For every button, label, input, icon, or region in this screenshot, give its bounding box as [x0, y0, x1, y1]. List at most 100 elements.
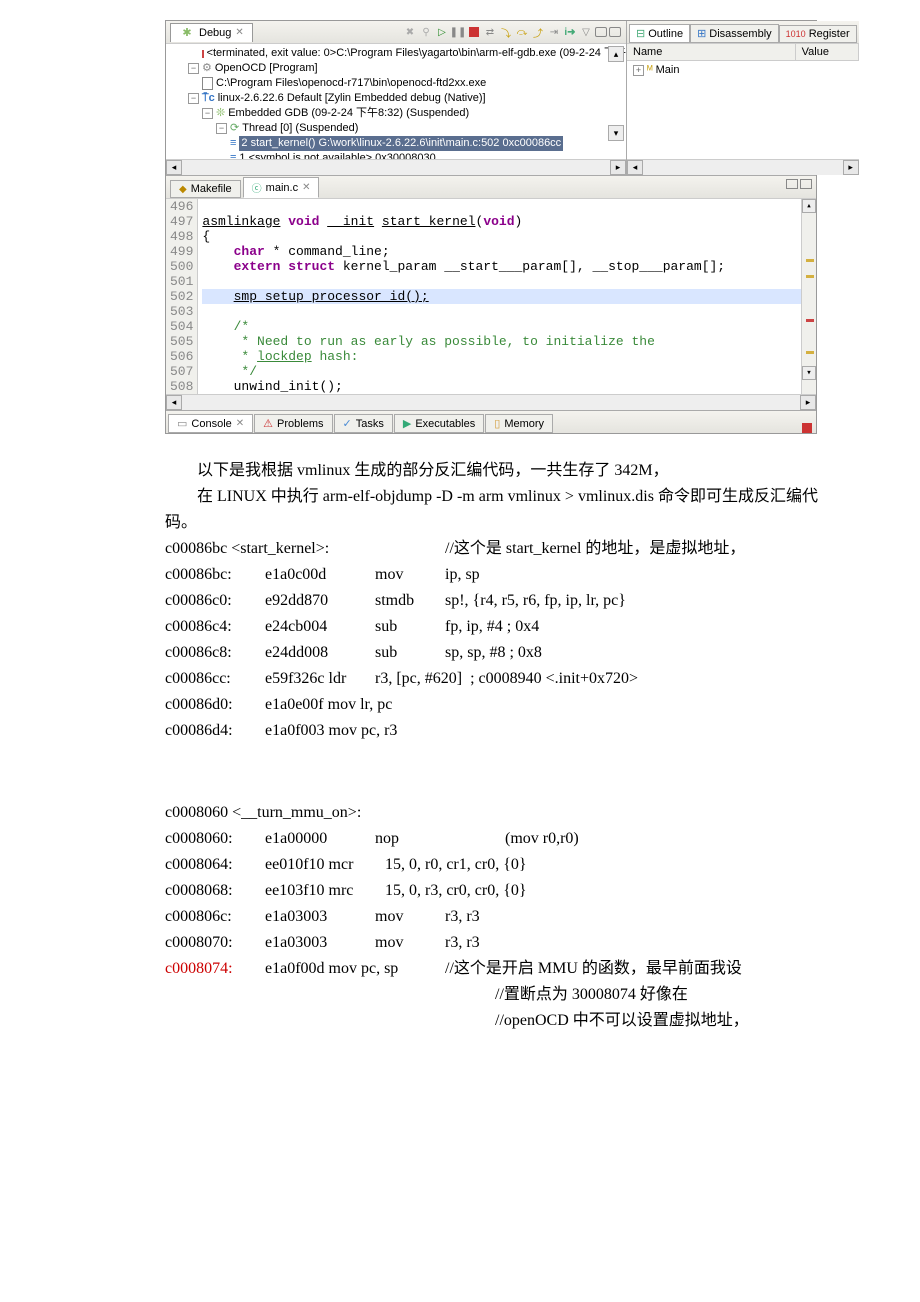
step-over-icon[interactable]: ⤼: [515, 25, 529, 39]
tree-row[interactable]: <terminated, exit value: 0>C:\Program Fi…: [174, 46, 626, 61]
outline-label: Main: [656, 63, 680, 78]
collapse-icon[interactable]: −: [216, 123, 227, 134]
resume-icon[interactable]: ▷: [435, 25, 449, 39]
scroll-right-icon[interactable]: ▸: [800, 395, 816, 410]
asm-hex: e1a0c00d: [265, 562, 375, 588]
bug-icon: ✱: [180, 26, 194, 40]
asm-operands: r3, [pc, #620] ; c0008940 <.init+0x720>: [375, 666, 890, 692]
ruler-mark[interactable]: [806, 351, 814, 354]
ruler-mark[interactable]: [806, 259, 814, 262]
scroll-down-icon[interactable]: ▾: [608, 125, 624, 141]
asm-operands: sp, sp, #8 ; 0x8: [445, 640, 890, 666]
tree-row[interactable]: −⚙OpenOCD [Program]: [174, 61, 626, 76]
outline-tab[interactable]: ⊟Outline: [629, 24, 690, 43]
close-icon[interactable]: ✕: [302, 182, 310, 193]
column-header-name[interactable]: Name: [627, 44, 796, 60]
overview-ruler[interactable]: ▴ ▾: [801, 199, 816, 394]
registers-tab[interactable]: 1010Register: [779, 25, 857, 43]
scroll-left-icon[interactable]: ◂: [166, 395, 182, 410]
collapse-icon[interactable]: −: [188, 63, 199, 74]
connect-icon[interactable]: ⚲: [419, 25, 433, 39]
outline-pane: ⊟Outline ⊞Disassembly 1010Register Name …: [627, 21, 859, 175]
code-text[interactable]: asmlinkage void __init start_kernel(void…: [198, 199, 801, 394]
minimize-icon[interactable]: [786, 179, 798, 189]
collapse-icon[interactable]: −: [202, 108, 213, 119]
executables-tab[interactable]: ▶Executables: [394, 414, 484, 433]
asm-addr: c00086cc:: [165, 666, 265, 692]
asm-operands: r3, r3: [445, 904, 890, 930]
tree-label: Thread [0] (Suspended): [242, 121, 358, 136]
scroll-up-icon[interactable]: ▴: [802, 199, 816, 213]
scroll-right-icon[interactable]: ▸: [843, 160, 859, 175]
outline-table-header: Name Value: [627, 44, 859, 61]
debug-tab-label: Debug: [199, 27, 231, 39]
tree-label: linux-2.6.22.6 Default [Zylin Embedded d…: [218, 91, 486, 106]
asm-instr: e1a0f00d mov pc, sp: [265, 956, 445, 982]
scroll-left-icon[interactable]: ◂: [166, 160, 182, 175]
debug-view-tab[interactable]: ✱ Debug ✕: [170, 23, 253, 42]
editor-body[interactable]: 496 497 498 499 500 501 502 503 504 505 …: [166, 199, 816, 394]
outline-row[interactable]: +ᴹMain: [633, 63, 853, 78]
asm-addr: c000806c:: [165, 904, 265, 930]
tree-row[interactable]: −❊Embedded GDB (09-2-24 下午8:32) (Suspend…: [174, 106, 626, 121]
asm-instr: e1a0f003 mov pc, r3: [265, 718, 397, 744]
outline-toolbar: ⊟Outline ⊞Disassembly 1010Register: [627, 21, 859, 44]
column-header-value[interactable]: Value: [796, 44, 859, 60]
terminate-icon[interactable]: [802, 423, 812, 433]
tree-row[interactable]: C:\Program Files\openocd-r717\bin\openoc…: [174, 76, 626, 91]
close-icon[interactable]: ✕: [236, 418, 244, 429]
disassembly-tab[interactable]: ⊞Disassembly: [690, 24, 779, 43]
problems-tab[interactable]: ⚠Problems: [254, 414, 332, 433]
asm-hex: ee103f10 mrc: [265, 878, 385, 904]
asm-addr-highlighted: c0008074:: [165, 956, 265, 982]
console-tab[interactable]: ▭Console ✕: [168, 414, 253, 433]
asm-hex: e59f326c ldr: [265, 666, 375, 692]
suspend-icon[interactable]: ❚❚: [451, 25, 465, 39]
minimize-icon[interactable]: [595, 27, 607, 37]
scroll-right-icon[interactable]: ▸: [610, 160, 626, 175]
disconnect-icon[interactable]: ⇄: [483, 25, 497, 39]
asm-addr: c0008060:: [165, 826, 265, 852]
hscrollbar[interactable]: ◂ ▸: [166, 159, 626, 175]
line-gutter: 496 497 498 499 500 501 502 503 504 505 …: [166, 199, 198, 394]
editor-tab-makefile[interactable]: ◆Makefile: [170, 180, 241, 198]
line-number: 502: [170, 289, 193, 304]
ruler-mark[interactable]: [806, 275, 814, 278]
step-into-icon[interactable]: ⤵: [499, 25, 513, 39]
close-icon[interactable]: ✕: [235, 27, 243, 38]
tab-label: Memory: [504, 418, 544, 430]
expand-icon[interactable]: +: [633, 65, 644, 76]
tasks-icon: ✓: [343, 417, 352, 430]
tab-label: Executables: [415, 418, 475, 430]
tree-row[interactable]: −⍑clinux-2.6.22.6 Default [Zylin Embedde…: [174, 91, 626, 106]
tasks-tab[interactable]: ✓Tasks: [334, 414, 393, 433]
tree-row[interactable]: −⟳Thread [0] (Suspended): [174, 121, 626, 136]
line-number: 500: [170, 259, 193, 274]
asm-hex: e92dd870: [265, 588, 375, 614]
remove-terminated-icon[interactable]: ✖: [403, 25, 417, 39]
maximize-icon[interactable]: [609, 27, 621, 37]
collapse-icon[interactable]: −: [188, 93, 199, 104]
editor-tab-mainc[interactable]: ⓒmain.c ✕: [243, 177, 320, 198]
scroll-up-icon[interactable]: ▴: [608, 46, 624, 62]
drop-frame-icon[interactable]: ⇥: [547, 25, 561, 39]
outline-hscrollbar[interactable]: ◂ ▸: [627, 159, 859, 175]
terminate-icon[interactable]: [467, 25, 481, 39]
file-icon: [202, 77, 213, 90]
asm-hex: e1a00000: [265, 826, 375, 852]
tree-row[interactable]: ≡1 <symbol is not available> 0x30008030: [174, 151, 626, 159]
thread-icon: ⟳: [230, 121, 239, 136]
ruler-mark[interactable]: [806, 319, 814, 322]
instruction-step-icon[interactable]: i➜: [563, 25, 577, 39]
maximize-icon[interactable]: [800, 179, 812, 189]
tree-row[interactable]: ≡2 start_kernel() G:\work\linux-2.6.22.6…: [174, 136, 626, 151]
view-menu-icon[interactable]: ▽: [579, 25, 593, 39]
scroll-down-icon[interactable]: ▾: [802, 366, 816, 380]
asm-addr: c0008068:: [165, 878, 265, 904]
ide-top-panes: ✱ Debug ✕ ✖ ⚲ ▷ ❚❚ ⇄ ⤵ ⤼ ⤴ ⇥ i➜ ▽: [166, 21, 816, 175]
memory-tab[interactable]: ▯Memory: [485, 414, 553, 433]
editor-hscrollbar[interactable]: ◂ ▸: [166, 394, 816, 410]
line-number: 497: [170, 214, 193, 229]
scroll-left-icon[interactable]: ◂: [627, 160, 643, 175]
step-return-icon[interactable]: ⤴: [531, 25, 545, 39]
